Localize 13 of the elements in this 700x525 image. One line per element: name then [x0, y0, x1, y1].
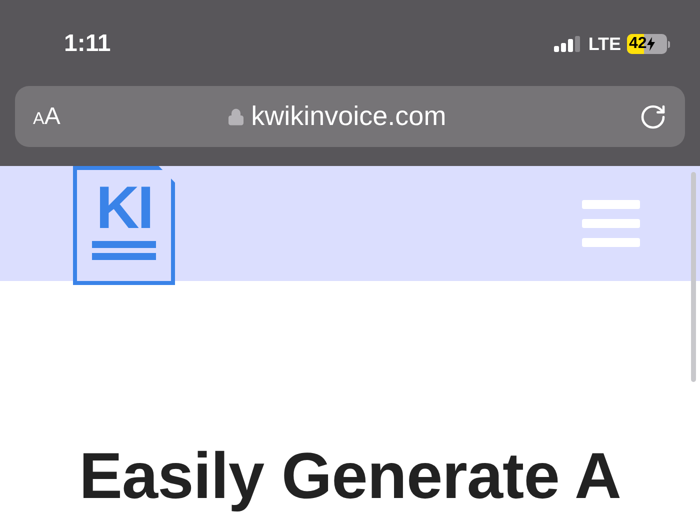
address-bar[interactable]: AA kwikinvoice.com [15, 86, 685, 147]
signal-icon [554, 36, 582, 52]
url-text: kwikinvoice.com [251, 100, 446, 134]
logo-underline [92, 253, 156, 260]
status-time: 1:11 [64, 29, 111, 59]
logo-letters: KI [96, 180, 152, 236]
network-label: LTE [588, 32, 621, 56]
logo[interactable]: KI [73, 166, 175, 285]
logo-underline [92, 241, 156, 248]
charging-icon [646, 37, 655, 51]
reload-icon[interactable] [639, 102, 667, 130]
lock-icon [227, 108, 246, 126]
text-size-button[interactable]: AA [33, 104, 60, 128]
